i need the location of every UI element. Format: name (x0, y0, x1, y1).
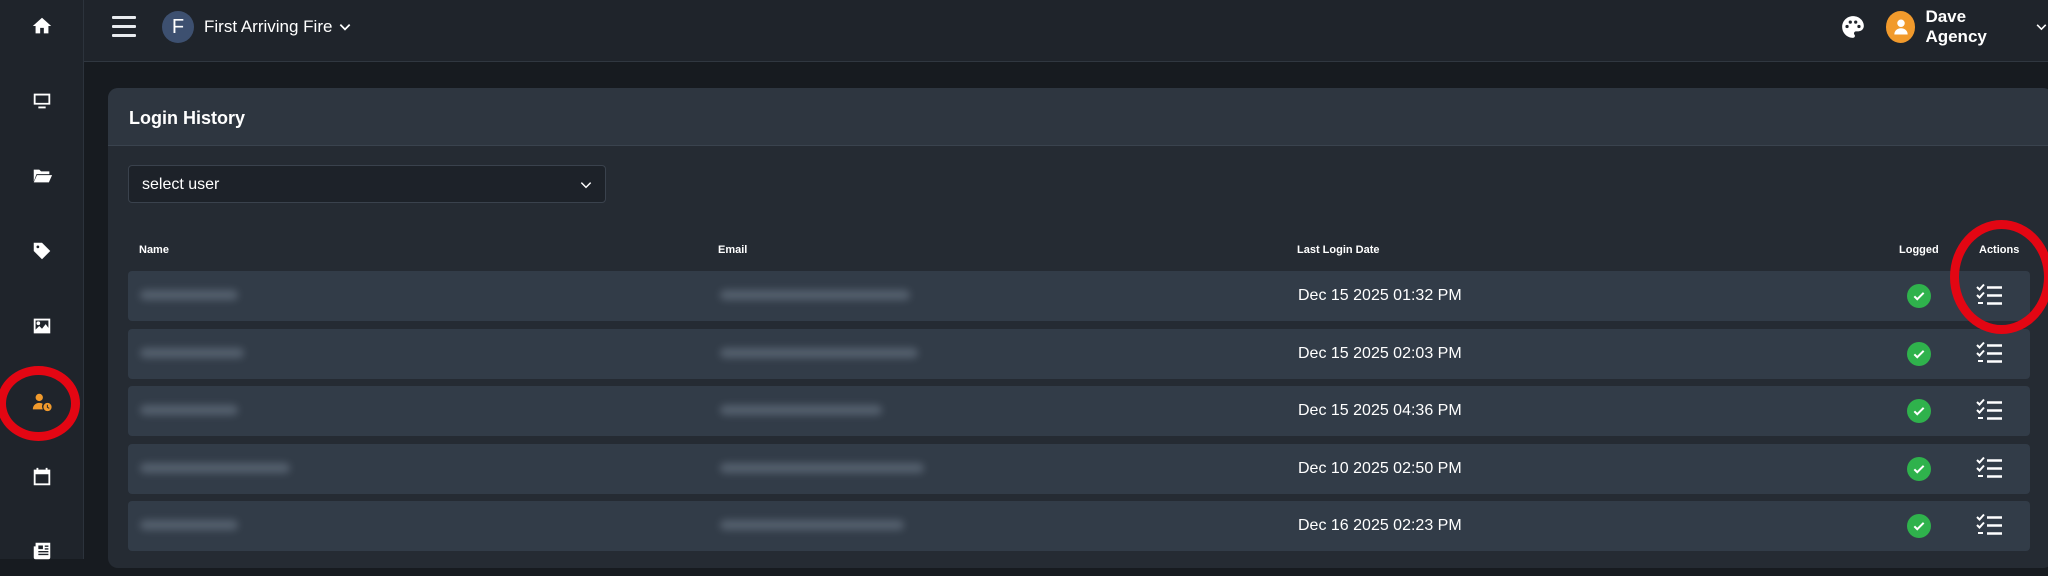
monitor-icon (33, 93, 51, 109)
redacted-email (720, 290, 910, 300)
avatar (1886, 11, 1916, 43)
view-details-list-icon[interactable] (1976, 341, 2004, 367)
check-circle-icon (1907, 456, 1931, 481)
check-circle-icon (1907, 284, 1931, 308)
org-name: First Arriving Fire (204, 17, 333, 36)
redacted-email (720, 405, 882, 415)
last-login-cell: Dec 15 2025 04:36 PM (1298, 402, 1462, 419)
column-header-logged[interactable]: Logged (1899, 244, 1939, 256)
chevron-down-icon (580, 182, 592, 189)
sidebar-item-monitor[interactable] (0, 76, 84, 126)
calendar-icon (33, 467, 51, 486)
check-circle-icon (1907, 399, 1931, 423)
org-avatar: F (162, 11, 194, 43)
last-login-cell: Dec 15 2025 02:03 PM (1298, 344, 1462, 362)
check-circle-icon (1907, 514, 1931, 538)
table-row[interactable]: Dec 15 2025 02:03 PM (128, 328, 2030, 379)
org-switcher[interactable]: F First Arriving Fire (162, 11, 352, 43)
column-header-actions[interactable]: Actions (1979, 244, 2019, 256)
page-title: Login History (129, 108, 245, 128)
redacted-name (140, 520, 238, 530)
folder-open-icon (32, 169, 53, 183)
chevron-down-icon (340, 24, 351, 31)
sidebar-item-folders[interactable] (0, 151, 84, 201)
last-login-cell: Dec 16 2025 02:23 PM (1298, 517, 1462, 534)
last-login-cell: Dec 10 2025 02:50 PM (1298, 459, 1462, 477)
view-details-list-icon[interactable] (1976, 513, 2004, 539)
redacted-email (720, 462, 924, 473)
redacted-email (720, 520, 904, 530)
redacted-email (720, 347, 918, 358)
table-row[interactable]: Dec 16 2025 02:23 PM (128, 501, 2030, 551)
menu-toggle-icon[interactable] (112, 16, 136, 38)
sidebar-item-tags[interactable] (0, 226, 84, 276)
card-header: Login History (108, 88, 2048, 146)
user-select-placeholder: select user (142, 176, 220, 193)
column-header-email[interactable]: Email (718, 244, 747, 256)
sidebar-item-user-history[interactable] (0, 377, 84, 427)
sidebar-item-images[interactable] (0, 301, 84, 351)
column-header-last-login[interactable]: Last Login Date (1297, 244, 1380, 256)
redacted-name (140, 347, 244, 358)
sidebar (0, 0, 84, 560)
last-login-cell: Dec 15 2025 01:32 PM (1298, 287, 1462, 304)
view-details-list-icon[interactable] (1976, 456, 2004, 482)
table-row[interactable]: Dec 10 2025 02:50 PM (128, 443, 2030, 494)
redacted-name (140, 462, 290, 473)
palette-icon[interactable] (1840, 14, 1866, 40)
user-name: Dave Agency (1925, 7, 1987, 46)
column-header-name[interactable]: Name (139, 244, 169, 256)
chevron-down-icon (2036, 24, 2047, 31)
sidebar-item-calendar[interactable] (0, 452, 84, 502)
redacted-name (140, 405, 238, 415)
user-menu[interactable]: Dave Agency (1886, 7, 2048, 46)
table-row[interactable]: Dec 15 2025 04:36 PM (128, 386, 2030, 436)
tag-icon (33, 242, 51, 260)
sidebar-item-news[interactable] (0, 526, 84, 576)
user-clock-icon (32, 393, 52, 412)
image-icon (33, 318, 51, 334)
table-row[interactable]: Dec 15 2025 01:32 PM (128, 271, 2030, 321)
top-bar: F First Arriving Fire Dave Agency (84, 0, 2048, 62)
user-icon (1894, 19, 1908, 35)
view-details-list-icon[interactable] (1976, 283, 2004, 309)
sidebar-item-home[interactable] (0, 1, 84, 51)
check-circle-icon (1907, 341, 1931, 366)
login-history-card: Login History select user Name Email Las… (108, 88, 2048, 568)
home-icon (32, 17, 52, 34)
user-select[interactable]: select user (128, 165, 606, 203)
redacted-name (140, 290, 238, 300)
view-details-list-icon[interactable] (1976, 398, 2004, 424)
